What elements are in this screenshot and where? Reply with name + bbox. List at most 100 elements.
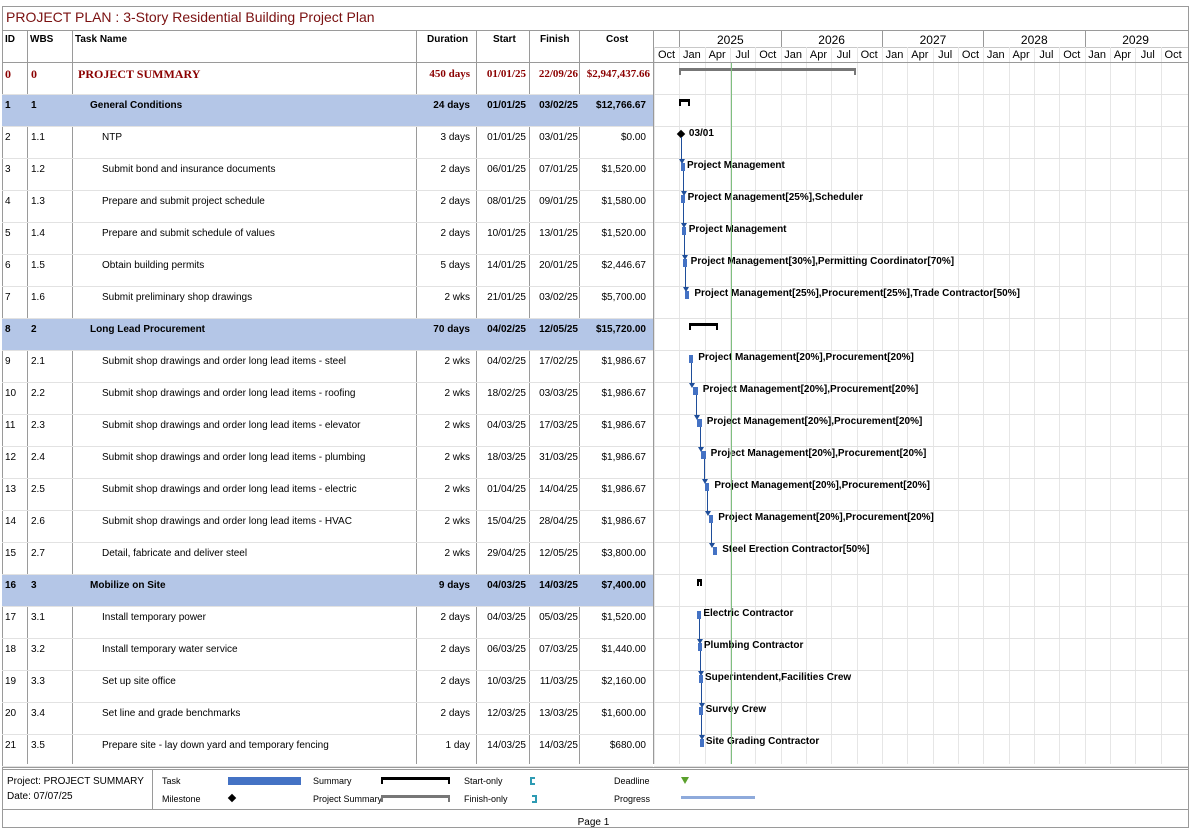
task-bar[interactable]: [704, 483, 710, 491]
gantt-grid-line: [805, 47, 807, 764]
task-wbs: 1.4: [31, 228, 45, 239]
task-bar[interactable]: [699, 739, 704, 747]
task-wbs: 3.3: [31, 676, 45, 687]
summary-bar[interactable]: [697, 579, 703, 586]
task-bar[interactable]: [699, 707, 704, 715]
task-bar[interactable]: [682, 259, 687, 267]
timeline-month: Oct: [961, 49, 980, 61]
task-row[interactable]: 13 2.5 Submit shop drawings and order long…: [2, 479, 653, 511]
gantt-grid-line: [679, 47, 681, 764]
task-duration: 2 wks: [444, 452, 470, 463]
task-bar[interactable]: [684, 291, 690, 299]
project-summary-bar[interactable]: [679, 68, 857, 75]
task-cost: $1,580.00: [601, 196, 647, 207]
resource-label: Project Management: [687, 160, 785, 171]
task-wbs: 3.2: [31, 644, 45, 655]
summary-bar[interactable]: [688, 323, 719, 330]
task-row[interactable]: 12 2.4 Submit shop drawings and order long…: [2, 447, 653, 479]
task-name: Detail, fabricate and deliver steel: [102, 548, 248, 559]
gantt-row-line: [654, 94, 1188, 95]
task-bar[interactable]: [680, 163, 685, 171]
task-row[interactable]: 21 3.5 Prepare site - lay down yard and te…: [2, 735, 653, 767]
task-start: 18/03/25: [487, 452, 526, 463]
task-bar[interactable]: [701, 451, 706, 459]
task-bar[interactable]: [698, 675, 703, 683]
col-header-duration[interactable]: Duration: [427, 34, 468, 45]
task-bar[interactable]: [688, 355, 694, 363]
task-start: 04/03/25: [487, 580, 526, 591]
task-finish: 03/03/25: [539, 388, 578, 399]
dependency-link: [711, 523, 713, 543]
task-cost: $1,440.00: [601, 644, 647, 655]
task-wbs: 2: [31, 324, 37, 335]
task-start: 10/03/25: [487, 676, 526, 687]
timeline-month: Jan: [986, 49, 1005, 61]
gantt-grid-line: [907, 47, 909, 764]
task-name: NTP: [102, 132, 122, 143]
task-row[interactable]: 2 1.1 NTP 3 days 01/01/25 03/01/25 $0.00: [2, 127, 653, 159]
task-bar[interactable]: [712, 547, 718, 555]
timeline-month: Jul: [836, 49, 851, 61]
task-bar[interactable]: [692, 387, 698, 395]
task-start: 01/01/25: [486, 68, 526, 80]
task-row[interactable]: 15 2.7 Detail, fabricate and deliver steel…: [2, 543, 653, 575]
task-row[interactable]: 14 2.6 Submit shop drawings and order long…: [2, 511, 653, 543]
task-row[interactable]: 8 2 Long Lead Procurement 70 days 04/02/25 12…: [2, 319, 653, 351]
task-cost: $5,700.00: [601, 292, 647, 303]
task-row[interactable]: 4 1.3 Prepare and submit project schedule 2…: [2, 191, 653, 223]
col-header-name[interactable]: Task Name: [75, 34, 127, 45]
task-bar[interactable]: [681, 227, 686, 235]
task-row[interactable]: 19 3.3 Set up site office 2 days 10/03/25 11/…: [2, 671, 653, 703]
gantt-row-line: [654, 286, 1188, 287]
task-start: 06/01/25: [487, 164, 526, 175]
task-id: 3: [5, 164, 11, 175]
col-header-id[interactable]: ID: [5, 34, 15, 45]
task-bar[interactable]: [681, 195, 686, 203]
task-cost: $1,986.67: [601, 484, 647, 495]
task-row[interactable]: 0 0 PROJECT SUMMARY 450 days 01/01/25 22/09/2…: [2, 63, 653, 95]
task-row[interactable]: 7 1.6 Submit preliminary shop drawings 2 wk…: [2, 287, 653, 319]
gantt-row-line: [654, 606, 1188, 607]
finish-only-icon: [532, 795, 537, 803]
col-header-wbs[interactable]: WBS: [30, 34, 53, 45]
legend-project-summary-label: Project Summary: [313, 794, 383, 804]
task-row[interactable]: 10 2.2 Submit shop drawings and order long…: [2, 383, 653, 415]
task-row[interactable]: 9 2.1 Submit shop drawings and order long …: [2, 351, 653, 383]
task-cost: $2,160.00: [601, 676, 647, 687]
task-row[interactable]: 20 3.4 Set line and grade benchmarks 2 days…: [2, 703, 653, 735]
task-bar[interactable]: [697, 419, 702, 427]
legend-task-swatch: [228, 777, 301, 785]
dependency-link: [681, 137, 683, 159]
task-start: 14/01/25: [487, 260, 526, 271]
task-bar[interactable]: [697, 611, 702, 619]
task-start: 04/03/25: [487, 612, 526, 623]
dependency-link: [682, 171, 684, 191]
task-cost: $1,986.67: [601, 388, 647, 399]
task-row[interactable]: 6 1.5 Obtain building permits 5 days 14/01/2…: [2, 255, 653, 287]
task-wbs: 1.1: [31, 132, 45, 143]
col-header-cost[interactable]: Cost: [606, 34, 628, 45]
task-cost: $12,766.67: [595, 100, 646, 111]
task-cost: $2,947,437.66: [586, 68, 650, 80]
gantt-grid-line: [932, 47, 934, 764]
task-bar[interactable]: [697, 643, 702, 651]
task-row[interactable]: 11 2.3 Submit shop drawings and order long…: [2, 415, 653, 447]
task-finish: 20/01/25: [539, 260, 578, 271]
task-row[interactable]: 1 1 General Conditions 24 days 01/01/25 03/02…: [2, 95, 653, 127]
task-bar[interactable]: [708, 515, 714, 523]
task-row[interactable]: 5 1.4 Prepare and submit schedule of value…: [2, 223, 653, 255]
task-row[interactable]: 16 3 Mobilize on Site 9 days 04/03/25 14/03/2…: [2, 575, 653, 607]
task-id: 18: [5, 644, 17, 655]
task-start: 01/01/25: [487, 132, 526, 143]
summary-bar[interactable]: [679, 99, 691, 106]
col-header-finish[interactable]: Finish: [540, 34, 569, 45]
task-row[interactable]: 3 1.2 Submit bond and insurance documents 2…: [2, 159, 653, 191]
task-name: Prepare site - lay down yard and tempora…: [102, 740, 329, 751]
col-header-start[interactable]: Start: [493, 34, 516, 45]
legend-finish-only-label: Finish-only: [464, 794, 508, 804]
task-name: Submit shop drawings and order long lead…: [102, 484, 357, 495]
task-name: Obtain building permits: [102, 260, 205, 271]
task-row[interactable]: 18 3.2 Install temporary water service 2 da…: [2, 639, 653, 671]
timeline-month: Apr: [911, 49, 929, 61]
task-row[interactable]: 17 3.1 Install temporary power 2 days 04/03/…: [2, 607, 653, 639]
